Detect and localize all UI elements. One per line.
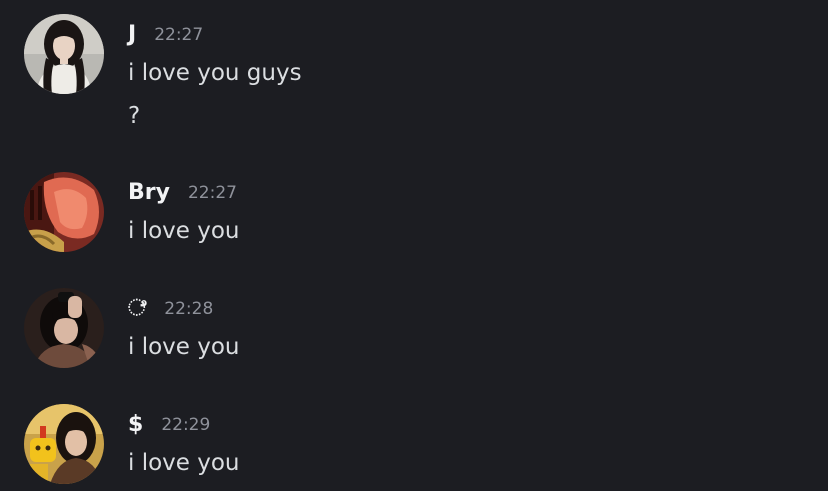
user-avatar[interactable] bbox=[24, 288, 104, 368]
timestamp[interactable]: 22:29 bbox=[161, 410, 210, 440]
timestamp[interactable]: 22:27 bbox=[154, 20, 203, 50]
user-avatar[interactable] bbox=[24, 404, 104, 484]
avatar-photo-icon bbox=[24, 404, 104, 484]
chat-message-list: J 22:27 i love you guys ? Bry 22:27 i lo… bbox=[0, 0, 828, 491]
message-text: i love you guys bbox=[128, 60, 302, 86]
message-text: i love you bbox=[128, 450, 240, 476]
username[interactable]: J bbox=[128, 20, 136, 50]
user-avatar[interactable] bbox=[24, 14, 104, 94]
username[interactable]: ೆ bbox=[128, 294, 146, 324]
message-header: Bry 22:27 bbox=[128, 178, 237, 208]
message-text: i love you bbox=[128, 218, 240, 244]
message-text: ? bbox=[128, 103, 141, 129]
avatar-photo-icon bbox=[24, 14, 104, 94]
username[interactable]: Bry bbox=[128, 178, 170, 208]
message-header: ೆ 22:28 bbox=[128, 294, 213, 324]
timestamp[interactable]: 22:27 bbox=[188, 178, 237, 208]
message-header: J 22:27 bbox=[128, 20, 203, 50]
user-avatar[interactable] bbox=[24, 172, 104, 252]
message-header: $ 22:29 bbox=[128, 410, 210, 440]
timestamp[interactable]: 22:28 bbox=[164, 294, 213, 324]
username[interactable]: $ bbox=[128, 410, 143, 440]
avatar-photo-icon bbox=[24, 172, 104, 252]
avatar-photo-icon bbox=[24, 288, 104, 368]
message-text: i love you bbox=[128, 334, 240, 360]
